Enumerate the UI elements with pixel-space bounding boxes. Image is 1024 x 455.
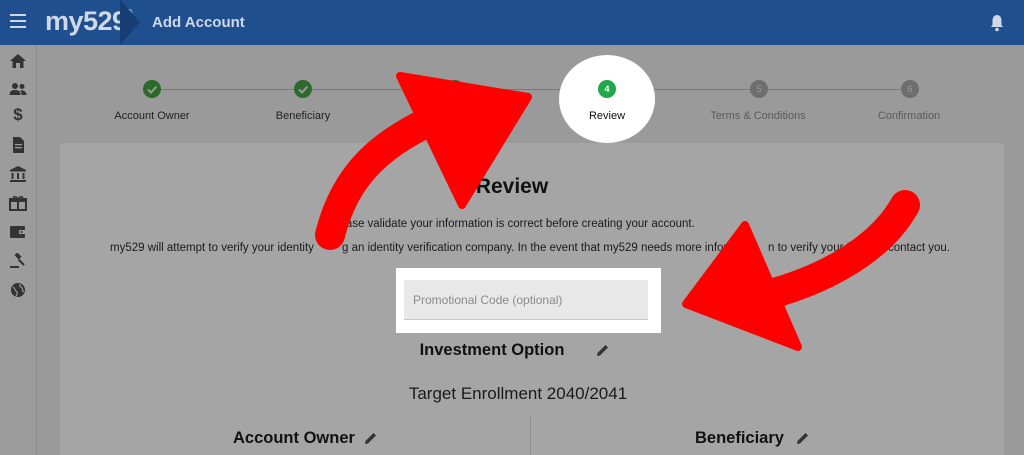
annotation-arrows [315,72,920,351]
arrow-to-promo-code-icon [682,190,920,351]
arrow-to-review-step-icon [315,72,532,250]
